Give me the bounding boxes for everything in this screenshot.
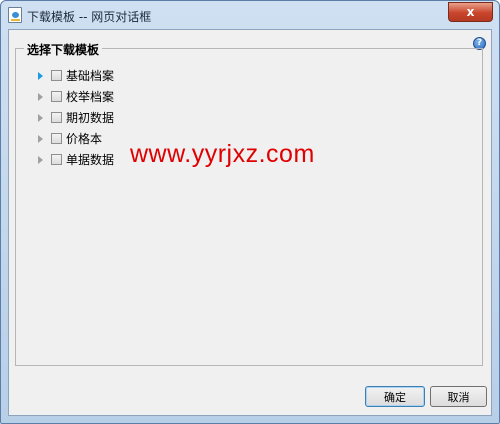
checkbox-basic-archive[interactable] bbox=[51, 70, 62, 81]
expand-arrow-icon[interactable] bbox=[38, 155, 43, 164]
ok-button[interactable]: 确定 bbox=[365, 386, 425, 407]
title-bar[interactable]: 下载模板 -- 网页对话框 x bbox=[1, 1, 499, 29]
close-button[interactable]: x bbox=[448, 2, 493, 22]
close-icon: x bbox=[466, 5, 475, 19]
template-groupbox: 选择下载模板 基础档案 校举档案 期初数据 价格本 单据数据 bbox=[15, 41, 483, 366]
checkbox-archive[interactable] bbox=[51, 91, 62, 102]
tree-item-opening-data[interactable]: 期初数据 bbox=[38, 107, 114, 128]
web-page-icon bbox=[8, 7, 22, 23]
expand-arrow-icon[interactable] bbox=[38, 92, 43, 101]
tree-item-label: 价格本 bbox=[66, 132, 103, 146]
watermark-text: www.yyrjxz.com bbox=[130, 140, 315, 168]
dialog-window: 下载模板 -- 网页对话框 x ? 选择下载模板 基础档案 校举档案 期初数据 … bbox=[0, 0, 500, 424]
checkbox-opening-data[interactable] bbox=[51, 112, 62, 123]
tree-item-label: 基础档案 bbox=[66, 69, 115, 83]
expand-arrow-icon[interactable] bbox=[38, 113, 43, 122]
dialog-content: ? 选择下载模板 基础档案 校举档案 期初数据 价格本 单据数据 www.yyr… bbox=[8, 29, 492, 416]
cancel-button[interactable]: 取消 bbox=[430, 386, 487, 407]
tree-item-label: 期初数据 bbox=[66, 111, 115, 125]
groupbox-legend: 选择下载模板 bbox=[24, 41, 103, 58]
tree-item-basic-archive[interactable]: 基础档案 bbox=[38, 65, 114, 86]
window-title: 下载模板 -- 网页对话框 bbox=[27, 10, 152, 24]
tree-item-label: 单据数据 bbox=[66, 153, 115, 167]
template-tree: 基础档案 校举档案 期初数据 价格本 单据数据 bbox=[38, 65, 114, 170]
tree-item-label: 校举档案 bbox=[66, 90, 115, 104]
tree-item-archive[interactable]: 校举档案 bbox=[38, 86, 114, 107]
tree-item-document-data[interactable]: 单据数据 bbox=[38, 149, 114, 170]
tree-item-price-list[interactable]: 价格本 bbox=[38, 128, 114, 149]
expand-arrow-icon[interactable] bbox=[38, 71, 43, 80]
checkbox-price-list[interactable] bbox=[51, 133, 62, 144]
expand-arrow-icon[interactable] bbox=[38, 134, 43, 143]
checkbox-document-data[interactable] bbox=[51, 154, 62, 165]
